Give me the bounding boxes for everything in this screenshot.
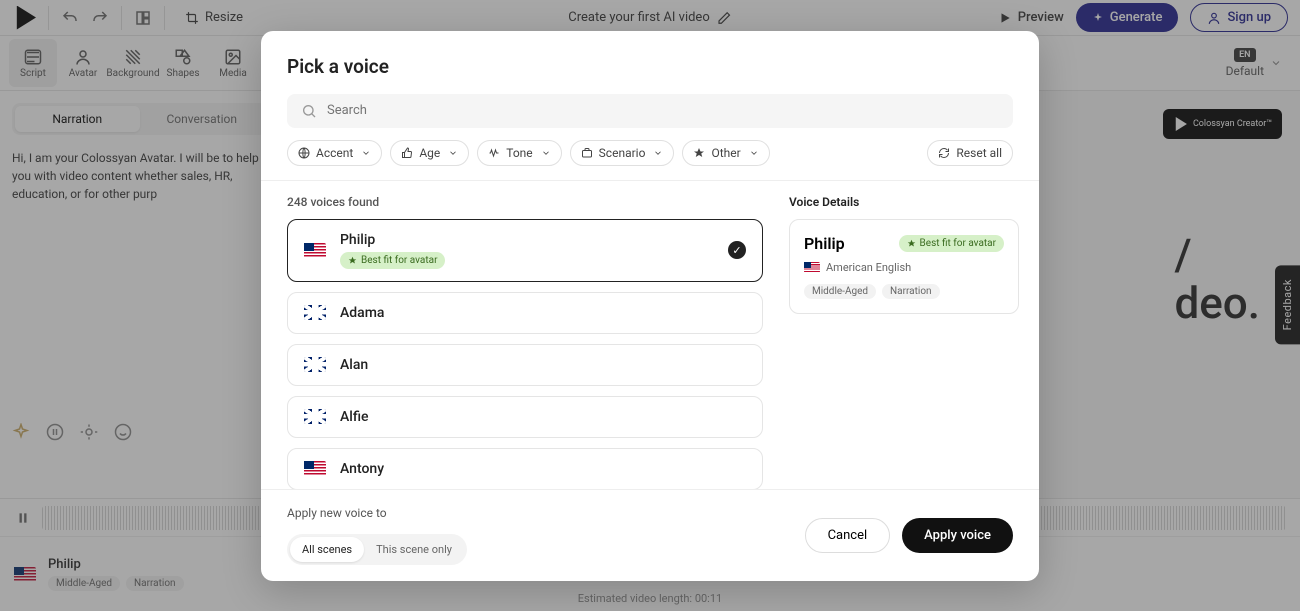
flag-us-icon — [804, 262, 820, 273]
voice-option[interactable]: Philip Best fit for avatar ✓ — [287, 219, 763, 282]
voice-picker-modal: Pick a voice Accent Age Tone Scenario Ot… — [261, 31, 1039, 581]
details-tag-style: Narration — [882, 284, 940, 299]
apply-to-label: Apply new voice to — [287, 506, 467, 520]
modal-title: Pick a voice — [287, 55, 1013, 78]
globe-icon — [298, 147, 310, 159]
details-bestfit-badge: Best fit for avatar — [899, 235, 1004, 252]
voice-list[interactable]: Philip Best fit for avatar ✓ Adama Alan Alfie… — [287, 219, 769, 489]
apply-voice-button[interactable]: Apply voice — [902, 518, 1013, 553]
voice-name: Alfie — [340, 409, 746, 425]
voice-details-card: Philip Best fit for avatar American Engl… — [789, 219, 1019, 314]
briefcase-icon — [581, 147, 593, 159]
voice-name: Adama — [340, 305, 746, 321]
voices-found-label: 248 voices found — [287, 195, 769, 209]
chevron-down-icon — [361, 148, 371, 158]
bestfit-badge: Best fit for avatar — [340, 252, 445, 269]
flag-uk-icon — [304, 357, 326, 372]
voice-name: Antony — [340, 461, 746, 477]
voice-name: Philip — [340, 232, 714, 248]
modal-overlay[interactable]: Pick a voice Accent Age Tone Scenario Ot… — [0, 0, 1300, 611]
filter-accent[interactable]: Accent — [287, 140, 382, 166]
check-icon: ✓ — [728, 241, 746, 259]
voice-option[interactable]: Antony — [287, 448, 763, 489]
flag-us-icon — [304, 243, 326, 258]
scope-all-scenes[interactable]: All scenes — [290, 537, 364, 562]
search-icon — [301, 103, 317, 119]
filter-tone[interactable]: Tone — [477, 140, 561, 166]
star-icon — [693, 147, 705, 159]
voice-option[interactable]: Alfie — [287, 396, 763, 438]
filter-age[interactable]: Age — [390, 140, 469, 166]
details-language: American English — [804, 261, 1004, 274]
voice-search[interactable] — [287, 94, 1013, 128]
voice-option[interactable]: Alan — [287, 344, 763, 386]
filter-other[interactable]: Other — [682, 140, 769, 166]
flag-uk-icon — [304, 409, 326, 424]
voice-option[interactable]: Adama — [287, 292, 763, 334]
details-voice-name: Philip — [804, 234, 845, 253]
chevron-down-icon — [749, 148, 759, 158]
filters-row: Accent Age Tone Scenario Other Reset all — [261, 140, 1039, 181]
flag-uk-icon — [304, 305, 326, 320]
details-tag-age: Middle-Aged — [804, 284, 876, 299]
apply-scope-toggle: All scenes This scene only — [287, 534, 467, 565]
reset-filters[interactable]: Reset all — [927, 140, 1013, 166]
star-icon — [907, 239, 916, 248]
refresh-icon — [938, 147, 950, 159]
filter-scenario[interactable]: Scenario — [570, 140, 675, 166]
cancel-button[interactable]: Cancel — [805, 518, 891, 553]
voice-name: Alan — [340, 357, 746, 373]
chevron-down-icon — [541, 148, 551, 158]
thumbs-icon — [401, 147, 413, 159]
flag-us-icon — [304, 461, 326, 476]
wave-icon — [488, 147, 500, 159]
chevron-down-icon — [653, 148, 663, 158]
scope-this-scene[interactable]: This scene only — [364, 537, 464, 562]
search-input[interactable] — [327, 103, 999, 118]
voice-details-label: Voice Details — [789, 195, 1019, 209]
chevron-down-icon — [448, 148, 458, 158]
